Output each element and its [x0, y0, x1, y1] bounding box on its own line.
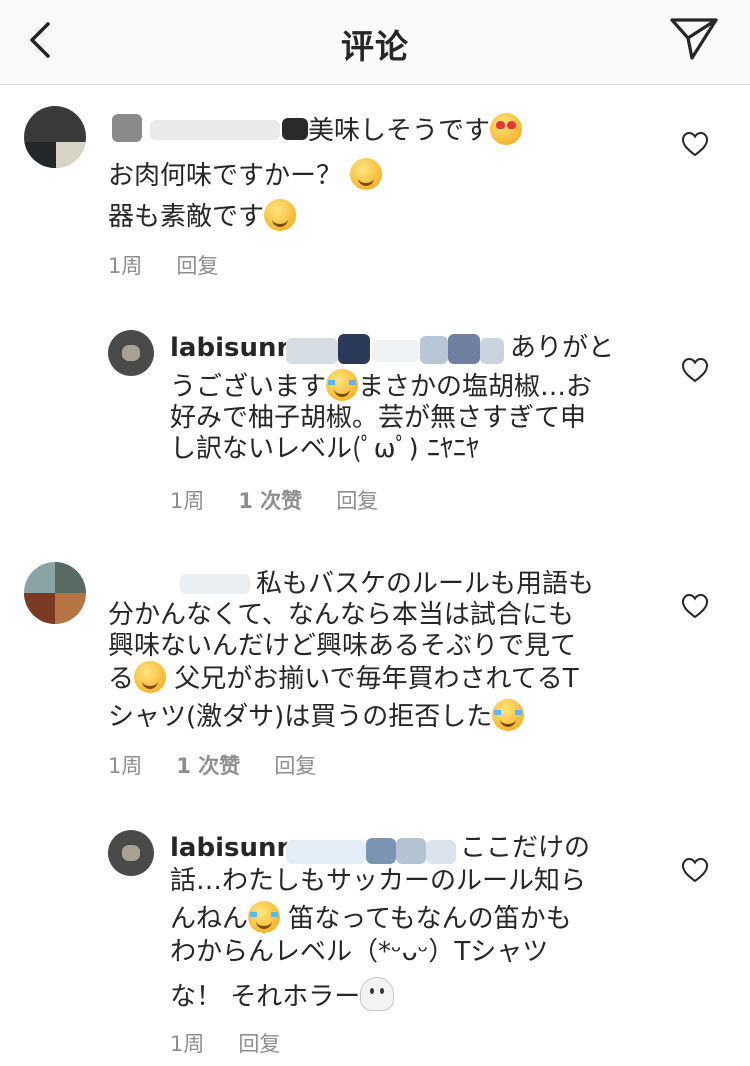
reply-button[interactable]: 回复 — [238, 1028, 280, 1058]
comment-text-line: 美味しそうです — [308, 116, 491, 146]
comment-text-line: ここだけの — [460, 833, 591, 863]
comment-text-line: 話…わたしもサッカーのルール知ら — [170, 866, 587, 896]
comment-meta: 1周 回复 — [108, 250, 218, 280]
timestamp: 1周 — [170, 489, 205, 513]
heart-outline-icon[interactable] — [681, 857, 709, 883]
ghost-emoji-icon — [360, 977, 395, 1011]
avatar[interactable] — [24, 562, 86, 624]
reply-button[interactable]: 回复 — [336, 485, 378, 515]
comment-text-line: 興味ないんだけど興味あるそぶりで見て — [108, 631, 577, 661]
avatar[interactable] — [24, 106, 86, 168]
comment-body: シャツ(激ダサ)は買うの拒否した — [108, 696, 525, 738]
tears-of-joy-emoji-icon — [492, 699, 525, 731]
redacted-username — [282, 118, 308, 140]
comment-meta: 1周 1 次赞 回复 — [170, 485, 378, 515]
reply-button[interactable]: 回复 — [176, 250, 218, 280]
comment-meta: 1周 1 次赞 回复 — [108, 750, 316, 780]
comment-body: 話…わたしもサッカーのルール知ら — [170, 860, 586, 902]
comment-text-line: な！ それホラー — [170, 982, 361, 1012]
redacted-mention — [286, 338, 338, 364]
redacted-mention — [448, 334, 480, 364]
comment-body: わからんレベル（*ᵕᴗᵕ）Tシャツ — [170, 931, 548, 973]
timestamp: 1周 — [108, 754, 143, 778]
blush-emoji-icon — [264, 199, 297, 231]
like-count[interactable]: 1 次赞 — [238, 485, 302, 515]
reply-button[interactable]: 回复 — [274, 750, 316, 780]
comment-text-line: 笛なってもなんの笛かも — [288, 904, 572, 934]
comment-body: ありがと — [510, 327, 614, 369]
redacted-username — [112, 114, 142, 142]
avatar[interactable] — [108, 830, 154, 876]
comment-body: 器も素敵です — [108, 196, 297, 238]
redacted-mention — [420, 336, 448, 364]
header-bar: 评论 — [0, 0, 750, 85]
like-count[interactable]: 1 次赞 — [176, 750, 240, 780]
comment-meta: 1周 回复 — [170, 1028, 280, 1058]
heart-outline-icon[interactable] — [681, 357, 709, 383]
comment-text-line: んねん — [170, 904, 249, 934]
comment-text-line: し訳ないレベル(ﾟωﾟ) ﾆﾔﾆﾔ — [170, 434, 479, 464]
comment-body: お肉何味ですかー？ — [108, 155, 383, 197]
redacted-mention — [372, 340, 420, 362]
comment-body: る 父兄がお揃いで毎年買わされてるT — [108, 658, 579, 700]
comment-body: し訳ないレベル(ﾟωﾟ) ﾆﾔﾆﾔ — [170, 428, 479, 470]
comment-body: 美味しそうです — [308, 110, 523, 152]
redacted-mention — [480, 338, 504, 364]
username[interactable]: labisunn — [170, 333, 295, 363]
redacted-username — [180, 574, 250, 594]
blush-emoji-icon — [350, 158, 383, 190]
grinning-squinting-emoji-icon — [134, 661, 167, 693]
comment-text-line: 父兄がお揃いで毎年買わされてるT — [174, 664, 579, 694]
tears-of-joy-emoji-icon — [248, 901, 281, 933]
comment-body: labisunn — [170, 327, 295, 369]
redacted-mention — [338, 334, 370, 364]
paper-plane-icon[interactable] — [666, 12, 722, 64]
comment-text-line: シャツ(激ダサ)は買うの拒否した — [108, 702, 493, 732]
comment-text-line: ありがと — [510, 333, 615, 363]
comment-text-line: る — [108, 664, 135, 694]
avatar[interactable] — [108, 330, 154, 376]
timestamp: 1周 — [170, 1032, 205, 1056]
comment-text-line: 器も素敵です — [108, 202, 265, 232]
comment-text-line: わからんレベル（*ᵕᴗᵕ）Tシャツ — [170, 937, 549, 967]
comment-text-line: お肉何味ですかー？ — [108, 161, 343, 191]
redacted-username — [150, 120, 280, 140]
heart-outline-icon[interactable] — [681, 593, 709, 619]
timestamp: 1周 — [108, 254, 143, 278]
comment-body: な！ それホラー — [170, 976, 395, 1018]
username[interactable]: labisunn — [170, 833, 295, 863]
heart-eyes-emoji-icon — [490, 113, 523, 145]
heart-outline-icon[interactable] — [681, 131, 709, 157]
page-title: 评论 — [341, 27, 409, 66]
